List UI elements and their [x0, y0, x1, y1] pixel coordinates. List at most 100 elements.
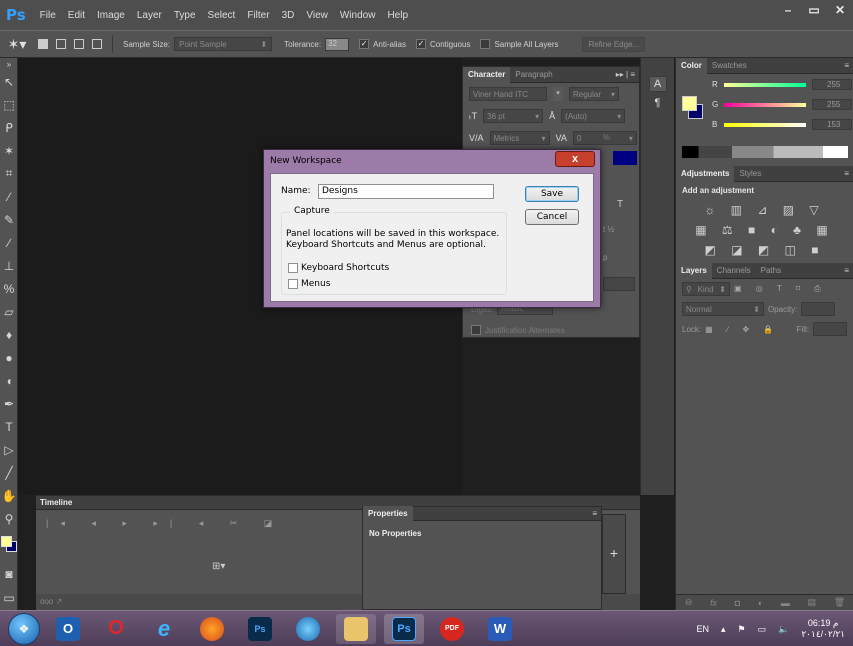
screen-mode-icon[interactable]: ▭	[0, 586, 18, 609]
chevron-down-icon[interactable]: ▾	[553, 87, 563, 101]
tab-styles[interactable]: Styles	[734, 169, 766, 178]
anti-alias-checkbox[interactable]: ✓ Anti-alias	[359, 39, 406, 49]
paint-bucket-tool-icon[interactable]: ♦	[0, 323, 18, 346]
panel-menu-icon[interactable]: ≡	[844, 61, 853, 70]
panel-menu-icon[interactable]: ≡	[844, 169, 853, 178]
red-slider[interactable]: R 255	[712, 79, 852, 92]
menu-edit[interactable]: Edit	[62, 10, 91, 21]
render-icon[interactable]: ⊞▾	[212, 561, 225, 572]
text-color-swatch[interactable]	[613, 151, 637, 165]
sample-all-layers-checkbox[interactable]: Sample All Layers	[480, 39, 558, 49]
green-track[interactable]	[724, 103, 806, 107]
dodge-tool-icon[interactable]: ◖	[0, 369, 18, 392]
tab-paths[interactable]: Paths	[756, 266, 786, 275]
taskbar-file-explorer[interactable]	[336, 613, 376, 644]
trash-icon[interactable]: 🗑	[834, 597, 845, 608]
new-selection-icon[interactable]	[38, 39, 48, 49]
blue-slider[interactable]: B 153	[712, 119, 852, 132]
color-swatches[interactable]	[1, 536, 17, 552]
panel-menu-icon[interactable]: ▸▸ | ≡	[616, 70, 639, 79]
allcaps-icon[interactable]: T	[617, 199, 623, 210]
flag-icon[interactable]: ⚑	[738, 624, 746, 635]
fill-input[interactable]	[813, 322, 847, 336]
history-brush-tool-icon[interactable]: %	[0, 277, 18, 300]
tab-swatches[interactable]: Swatches	[707, 61, 752, 70]
blend-mode-select[interactable]: Normal ⬍	[682, 302, 764, 316]
adjustment-icons-row-2[interactable]: ▦ ⚖ ■ ◐ ♣ ▦	[676, 223, 853, 237]
show-hidden-icons-icon[interactable]: ▴	[721, 624, 726, 635]
menu-view[interactable]: View	[300, 10, 334, 21]
network-icon[interactable]: ▭	[758, 624, 767, 635]
menu-file[interactable]: File	[34, 10, 62, 21]
playback-controls[interactable]: |◂ ◂ ▸ ▸| ◂ ✂ ◪	[46, 518, 284, 529]
color-ramp[interactable]	[682, 146, 848, 158]
tolerance-input[interactable]: 32	[325, 37, 350, 51]
taskbar-outlook[interactable]: O	[48, 614, 88, 644]
taskbar-app[interactable]	[288, 614, 328, 644]
dialog-close-button[interactable]: x	[555, 151, 595, 167]
adjustment-icons-row-3[interactable]: ◩ ◪ ◩ ◫ ■	[676, 243, 853, 257]
justification-alternates-checkbox[interactable]: Justification Alternates	[471, 325, 565, 335]
arrow-icon[interactable]: ↗	[56, 597, 63, 606]
magic-wand-tool-icon[interactable]: ✶	[0, 139, 18, 162]
taskbar-pdf[interactable]: PDF	[432, 614, 472, 644]
language-indicator[interactable]: EN	[696, 624, 709, 634]
adjustment-icons-row-1[interactable]: ☼ ▥ ⊿ ▨ ▽	[676, 203, 853, 217]
eraser-tool-icon[interactable]: ▱	[0, 300, 18, 323]
language-select[interactable]	[603, 277, 635, 291]
subtract-selection-icon[interactable]	[74, 39, 84, 49]
tab-channels[interactable]: Channels	[712, 266, 756, 275]
marquee-tool-icon[interactable]: ⬚	[0, 93, 18, 116]
taskbar-photoshop[interactable]: Ps	[240, 614, 280, 644]
brush-tool-icon[interactable]: ∕	[0, 231, 18, 254]
workspace-name-input[interactable]: Designs	[318, 184, 494, 199]
menu-image[interactable]: Image	[91, 10, 131, 21]
taskbar-internet-explorer[interactable]: e	[144, 614, 184, 644]
menu-help[interactable]: Help	[381, 10, 414, 21]
foreground-color[interactable]	[1, 536, 12, 547]
type-tool-icon[interactable]: T	[0, 415, 18, 438]
leading-select[interactable]: (Auto) ▾	[561, 109, 626, 123]
collapse-icon[interactable]: »	[0, 58, 18, 70]
fractions-icon[interactable]: t ½	[603, 225, 614, 234]
tab-color[interactable]: Color	[676, 57, 707, 74]
keyboard-shortcuts-checkbox[interactable]: Keyboard Shortcuts	[288, 263, 389, 273]
menus-checkbox[interactable]: Menus	[288, 279, 330, 289]
maximize-button[interactable]: ▭	[801, 0, 827, 20]
character-panel-icon[interactable]: A	[648, 76, 667, 92]
add-mask-icon[interactable]: ◘	[735, 598, 740, 608]
sample-size-select[interactable]: Point Sample ⬍	[174, 37, 273, 51]
save-button[interactable]: Save	[525, 186, 579, 202]
cancel-button[interactable]: Cancel	[525, 209, 579, 225]
taskbar-firefox[interactable]	[192, 614, 232, 644]
red-value[interactable]: 255	[812, 79, 852, 90]
healing-brush-tool-icon[interactable]: ✎	[0, 208, 18, 231]
quick-mask-icon[interactable]: ◙	[0, 562, 18, 585]
add-selection-icon[interactable]	[56, 39, 66, 49]
filter-icons[interactable]: ▣ ◎ T ⌑ ⎙	[734, 284, 827, 294]
tab-character[interactable]: Character	[463, 66, 511, 83]
start-button[interactable]: ❖	[8, 612, 40, 645]
magic-wand-icon[interactable]: ✶▾	[0, 36, 34, 53]
layer-kind-select[interactable]: ⚲ Kind ⬍	[682, 282, 730, 296]
refine-edge-button[interactable]: Refine Edge...	[582, 36, 646, 52]
green-value[interactable]: 255	[812, 99, 852, 110]
panel-menu-icon[interactable]: ≡	[592, 509, 601, 518]
taskbar-opera[interactable]: O	[96, 614, 136, 644]
menu-layer[interactable]: Layer	[131, 10, 168, 21]
blue-value[interactable]: 153	[812, 119, 852, 130]
crop-tool-icon[interactable]: ⌗	[0, 162, 18, 185]
taskbar-word[interactable]: W	[480, 614, 520, 644]
adjustment-layer-icon[interactable]: ◐	[758, 598, 763, 608]
new-group-icon[interactable]: ▬	[781, 598, 790, 608]
hand-tool-icon[interactable]: ✋	[0, 484, 18, 507]
tab-paragraph[interactable]: Paragraph	[510, 70, 557, 79]
add-icon[interactable]: +	[602, 514, 626, 594]
line-tool-icon[interactable]: ╱	[0, 461, 18, 484]
opacity-input[interactable]	[801, 302, 836, 316]
new-layer-icon[interactable]: ▤	[808, 597, 817, 608]
lasso-tool-icon[interactable]: ᑭ	[0, 116, 18, 139]
layers-list[interactable]	[676, 339, 853, 583]
font-style-select[interactable]: Regular ▾	[569, 87, 619, 101]
red-track[interactable]	[724, 83, 806, 87]
